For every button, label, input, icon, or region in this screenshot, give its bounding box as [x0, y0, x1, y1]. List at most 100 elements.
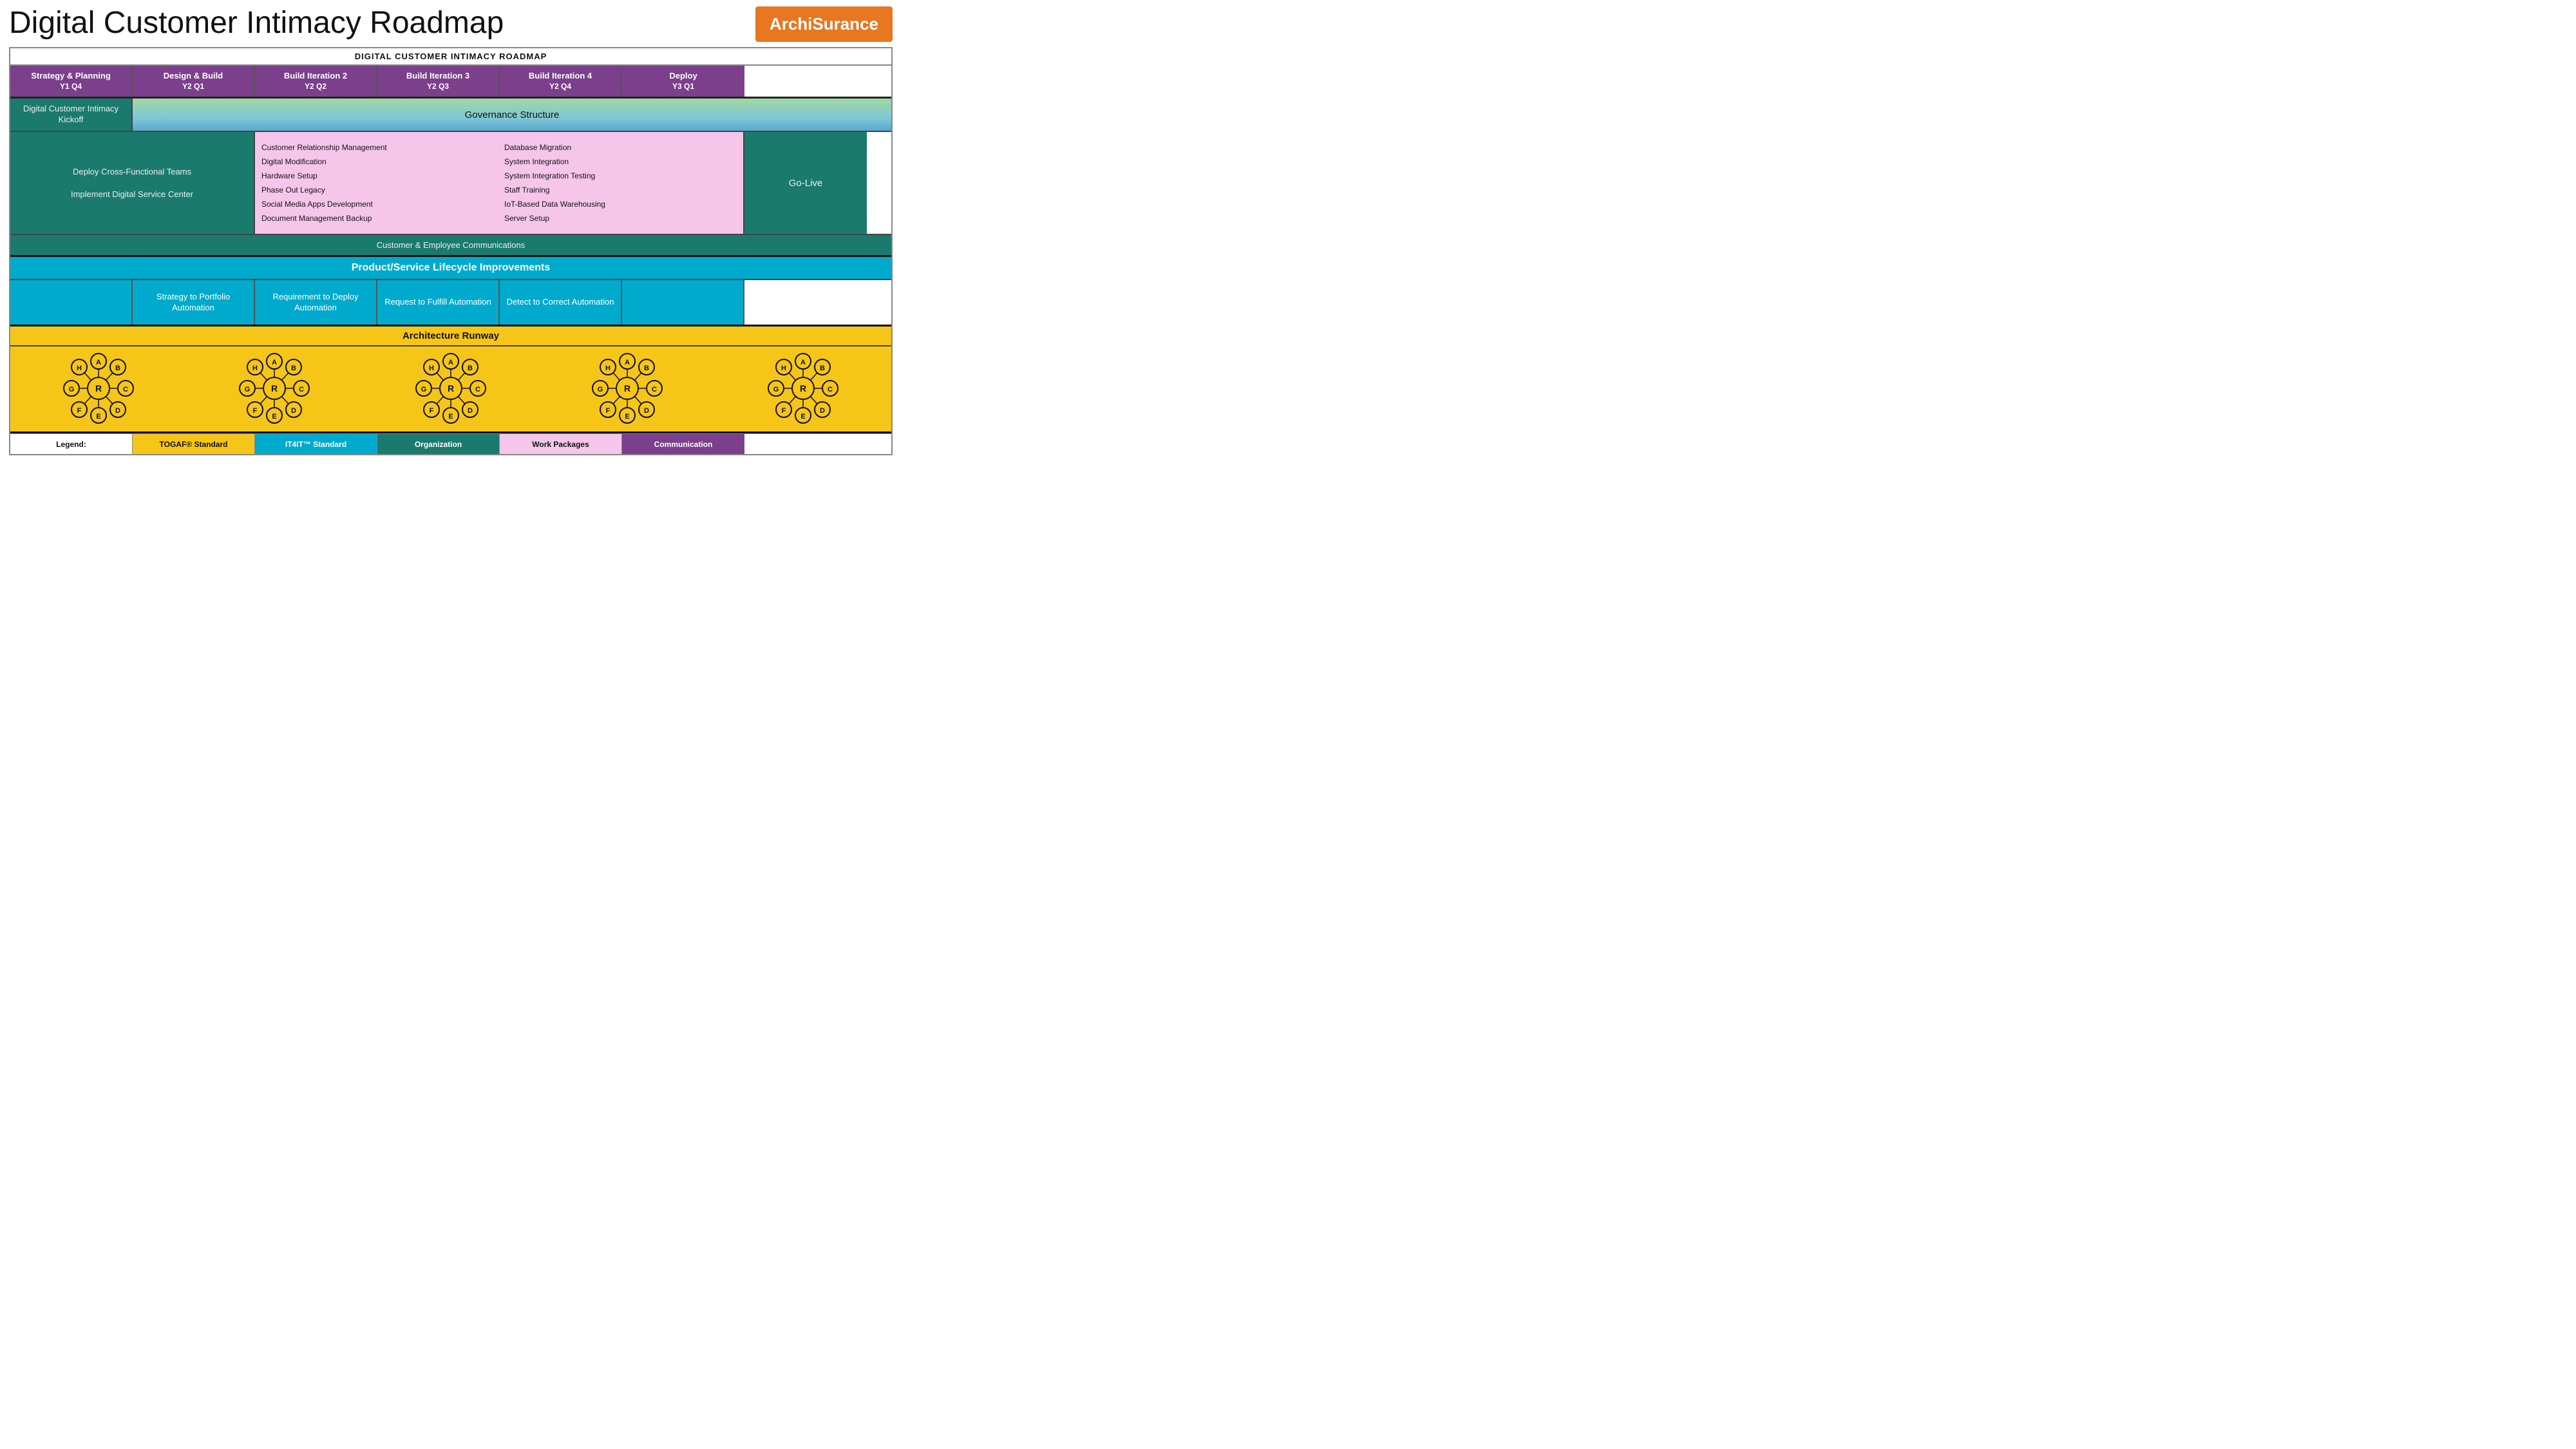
- auto-cell-4: Detect to Correct Automation: [500, 280, 622, 325]
- svg-text:H: H: [605, 365, 611, 372]
- gov-kickoff: Digital Customer Intimacy Kickoff: [10, 99, 133, 131]
- legend-text-3: Organization: [415, 440, 462, 449]
- header: Digital Customer Intimacy Roadmap ArchiS…: [9, 6, 893, 42]
- automation-row: Strategy to Portfolio Automation Require…: [10, 280, 891, 327]
- svg-text:A: A: [448, 359, 453, 366]
- svg-text:R: R: [271, 383, 278, 393]
- work-middle-2: Digital Modification: [261, 156, 494, 167]
- wheel-svg-4: R A B C D E F G H: [592, 353, 663, 424]
- auto-empty-right: [622, 280, 744, 325]
- work-item-0: Deploy Cross-Functional Teams: [73, 167, 191, 176]
- work-item-1: Implement Digital Service Center: [71, 189, 193, 199]
- phase-quarter-4: Y2 Q4: [502, 82, 618, 92]
- svg-text:H: H: [781, 365, 786, 372]
- phase-quarter-0: Y1 Q4: [13, 82, 129, 92]
- svg-text:F: F: [253, 407, 258, 415]
- svg-text:F: F: [605, 407, 610, 415]
- work-middle-11: Server Setup: [504, 213, 737, 224]
- work-middle-10: Document Management Backup: [261, 213, 494, 224]
- legend-text-0: Legend:: [56, 440, 86, 449]
- arch-row: R A B C D E F G H: [10, 346, 891, 433]
- roadmap-title-bar: DIGITAL CUSTOMER INTIMACY ROADMAP: [10, 48, 891, 66]
- legend-text-4: Work Packages: [532, 440, 589, 449]
- legend-row: Legend: TOGAF® Standard IT4IT™ Standard …: [10, 433, 891, 454]
- svg-text:F: F: [77, 407, 81, 415]
- phase-header-1: Design & Build Y2 Q1: [133, 66, 255, 97]
- wheel-2: R A B C D E F G H: [239, 353, 310, 424]
- phase-header-0: Strategy & Planning Y1 Q4: [10, 66, 133, 97]
- svg-text:H: H: [429, 365, 434, 372]
- svg-text:R: R: [800, 383, 806, 393]
- svg-text:E: E: [448, 413, 453, 421]
- svg-text:A: A: [272, 359, 277, 366]
- work-middle-6: Phase Out Legacy: [261, 184, 494, 196]
- phase-header-3: Build Iteration 3 Y2 Q3: [377, 66, 500, 97]
- wheel-svg-2: R A B C D E F G H: [239, 353, 310, 424]
- svg-text:C: C: [475, 386, 480, 393]
- svg-text:C: C: [123, 386, 128, 393]
- work-area-row: Deploy Cross-Functional Teams Implement …: [10, 132, 891, 235]
- svg-text:B: B: [291, 365, 296, 372]
- svg-text:D: D: [820, 407, 825, 415]
- work-middle-7: Staff Training: [504, 184, 737, 196]
- work-middle-8: Social Media Apps Development: [261, 198, 494, 210]
- phase-name-1: Design & Build: [135, 71, 251, 82]
- page-wrapper: Digital Customer Intimacy Roadmap ArchiS…: [0, 0, 902, 462]
- work-middle: Customer Relationship Management Databas…: [255, 132, 744, 234]
- legend-text-5: Communication: [654, 440, 713, 449]
- auto-cell-1: Strategy to Portfolio Automation: [133, 280, 255, 325]
- phase-header-2: Build Iteration 2 Y2 Q2: [255, 66, 377, 97]
- roadmap-container: DIGITAL CUSTOMER INTIMACY ROADMAP Strate…: [9, 47, 893, 455]
- svg-text:R: R: [95, 383, 102, 393]
- svg-text:F: F: [430, 407, 434, 415]
- svg-text:A: A: [96, 359, 101, 366]
- svg-text:A: A: [625, 359, 630, 366]
- svg-text:B: B: [115, 365, 120, 372]
- phase-name-3: Build Iteration 3: [380, 71, 496, 82]
- legend-label: Legend:: [10, 434, 133, 454]
- svg-text:A: A: [800, 359, 806, 366]
- phase-name-0: Strategy & Planning: [13, 71, 129, 82]
- svg-text:B: B: [468, 365, 473, 372]
- svg-text:H: H: [252, 365, 258, 372]
- auto-cell-2: Requirement to Deploy Automation: [255, 280, 377, 325]
- brand-badge: ArchiSurance: [755, 6, 893, 42]
- phase-quarter-1: Y2 Q1: [135, 82, 251, 92]
- phase-quarter-2: Y2 Q2: [258, 82, 374, 92]
- svg-text:C: C: [828, 386, 833, 393]
- svg-text:C: C: [299, 386, 304, 393]
- svg-text:G: G: [597, 386, 603, 393]
- wheel-5: R A B C D E F G H: [768, 353, 838, 424]
- work-middle-0: Customer Relationship Management: [261, 142, 494, 153]
- svg-text:G: G: [773, 386, 779, 393]
- phase-quarter-5: Y3 Q1: [625, 82, 742, 92]
- svg-text:G: G: [69, 386, 75, 393]
- svg-text:E: E: [625, 413, 629, 421]
- phase-name-2: Build Iteration 2: [258, 71, 374, 82]
- arch-banner: Architecture Runway: [10, 327, 891, 346]
- svg-text:D: D: [468, 407, 473, 415]
- svg-text:E: E: [272, 413, 277, 421]
- legend-text-1: TOGAF® Standard: [160, 440, 228, 449]
- svg-text:G: G: [421, 386, 427, 393]
- work-middle-3: System Integration: [504, 156, 737, 167]
- phase-name-4: Build Iteration 4: [502, 71, 618, 82]
- svg-text:R: R: [624, 383, 630, 393]
- wheel-3: R A B C D E F G H: [415, 353, 486, 424]
- legend-org: Organization: [377, 434, 500, 454]
- phase-headers: Strategy & Planning Y1 Q4 Design & Build…: [10, 66, 891, 99]
- wheel-4: R A B C D E F G H: [592, 353, 663, 424]
- work-right: Go-Live: [744, 132, 867, 234]
- legend-togaf: TOGAF® Standard: [133, 434, 255, 454]
- phase-name-5: Deploy: [625, 71, 742, 82]
- auto-empty-left: [10, 280, 133, 325]
- legend-text-2: IT4IT™ Standard: [285, 440, 346, 449]
- wheel-svg-3: R A B C D E F G H: [415, 353, 486, 424]
- gov-structure: Governance Structure: [133, 99, 891, 131]
- work-middle-9: IoT-Based Data Warehousing: [504, 198, 737, 210]
- wheel-svg-1: R A B C D E F G H: [63, 353, 134, 424]
- svg-text:E: E: [96, 413, 100, 421]
- phase-header-5: Deploy Y3 Q1: [622, 66, 744, 97]
- auto-cell-3: Request to Fulfill Automation: [377, 280, 500, 325]
- svg-text:D: D: [644, 407, 649, 415]
